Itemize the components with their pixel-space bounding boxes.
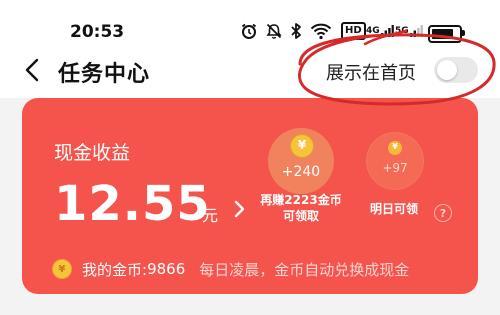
tomorrow-coin: ¥ +97	[366, 132, 424, 190]
signal-4g-icon: 4G	[366, 22, 394, 40]
hd-icon: HD	[341, 22, 366, 40]
show-on-home-toggle[interactable]	[434, 57, 478, 83]
signal-4g-label: 4G	[366, 26, 380, 36]
status-bar: 20:53 HD 4G 5G	[0, 0, 500, 44]
earn-more-caption: 再赚2223金币 可领取	[258, 192, 344, 224]
show-on-home-label: 展示在首页	[326, 63, 416, 84]
earn-more-coin-amount: +240	[281, 164, 321, 180]
cash-earnings-label: 现金收益	[54, 142, 131, 164]
coin-icon: ¥	[388, 141, 402, 155]
header: 任务中心 展示在首页	[0, 44, 500, 98]
status-time: 20:53	[70, 22, 125, 42]
help-icon[interactable]: ?	[434, 204, 452, 222]
cash-amount[interactable]: 12.55	[54, 176, 211, 232]
my-coins-label: 我的金币:	[82, 260, 148, 279]
toggle-knob	[437, 60, 457, 80]
chevron-left-icon	[25, 58, 39, 82]
my-coins-row: ¥ 我的金币: 9866 每日凌晨，金币自动兑换成现金	[52, 258, 409, 280]
battery-icon	[428, 25, 465, 43]
tomorrow-coin-amount: +97	[382, 161, 408, 175]
coin-icon: ¥	[52, 259, 72, 279]
battery-level	[432, 29, 453, 39]
signal-5g-label: 5G	[395, 26, 409, 36]
cash-earnings-card: 现金收益 12.55 元 ¥ +240 再赚2223金币 可领取 ¥ +97 明…	[22, 98, 478, 294]
earn-more-coin-button[interactable]: ¥ +240	[268, 128, 334, 194]
coin-icon: ¥	[290, 134, 314, 158]
page-title: 任务中心	[58, 62, 151, 87]
cash-amount-unit: 元	[202, 206, 219, 225]
back-button[interactable]	[14, 50, 50, 90]
chevron-right-icon[interactable]	[228, 194, 250, 224]
wifi-icon	[310, 22, 332, 40]
earn-more-caption-line1: 再赚2223金币	[260, 193, 342, 207]
mute-icon	[265, 22, 283, 40]
exchange-note: 每日凌晨，金币自动兑换成现金	[199, 260, 410, 279]
alarm-icon	[240, 22, 258, 40]
signal-5g-icon: 5G	[395, 22, 423, 40]
earn-more-caption-line2: 可领取	[282, 209, 319, 223]
my-coins-value: 9866	[147, 260, 186, 278]
tomorrow-caption: 明日可领	[369, 202, 418, 216]
bluetooth-icon	[289, 22, 303, 40]
